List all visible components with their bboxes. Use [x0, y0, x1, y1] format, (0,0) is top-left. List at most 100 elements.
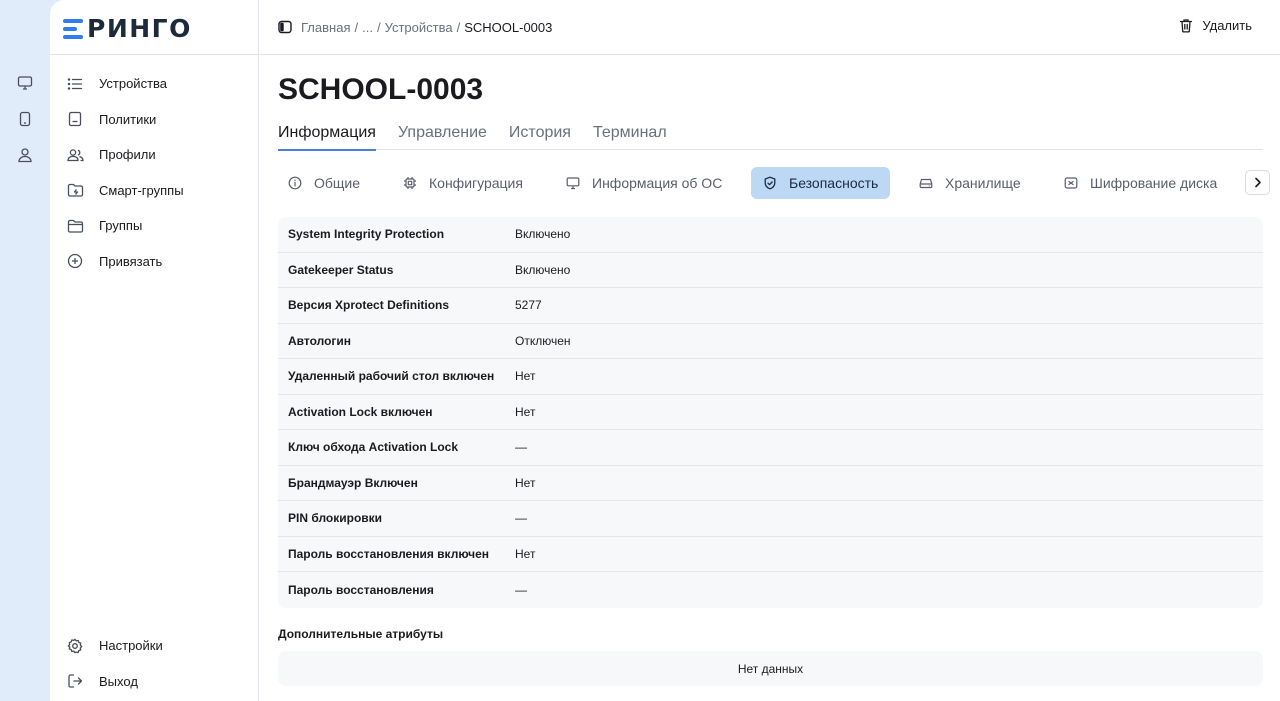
main-content: Главная / ... / Устройства / SCHOOL-0003…	[260, 0, 1280, 701]
table-row: PIN блокировки —	[278, 501, 1263, 537]
subtab-security[interactable]: Безопасность	[751, 167, 891, 199]
users-icon	[66, 146, 84, 164]
sidebar-item-label: Настройки	[99, 638, 163, 654]
row-value: Нет	[515, 546, 536, 561]
tab-management[interactable]: Управление	[398, 124, 487, 150]
sidebar-item-label: Профили	[99, 147, 156, 163]
subtab-disk-encryption[interactable]: Шифрование диска	[1052, 167, 1229, 199]
subtabs-scroll-right-button[interactable]	[1245, 170, 1270, 195]
subtab-storage[interactable]: Хранилище	[907, 167, 1033, 199]
row-key: Брандмауэр Включен	[288, 475, 418, 490]
security-table: System Integrity Protection Включено Gate…	[278, 217, 1263, 608]
breadcrumb-current: SCHOOL-0003	[464, 20, 553, 35]
table-row: Activation Lock включен Нет	[278, 395, 1263, 430]
folder-icon	[66, 217, 84, 235]
sidebar-item-profiles[interactable]: Профили	[50, 137, 259, 173]
info-icon	[288, 176, 302, 190]
table-row: Автологин Отключен	[278, 324, 1263, 359]
table-row: Версия Xprotect Definitions 5277	[278, 288, 1263, 324]
breadcrumb: Главная / ... / Устройства / SCHOOL-0003	[301, 20, 552, 35]
row-key: Удаленный рабочий стол включен	[288, 369, 495, 384]
logo-mark-icon	[63, 18, 83, 39]
breadcrumb-separator: /	[456, 20, 461, 35]
logo[interactable]: РИНГО	[63, 13, 192, 43]
table-row: Удаленный рабочий стол включен Нет	[278, 359, 1263, 395]
icon-rail	[0, 0, 50, 701]
sidebar-item-label: Устройства	[99, 76, 168, 92]
lock-box-icon	[1064, 176, 1078, 190]
smart-folder-icon	[66, 181, 84, 199]
shield-icon	[763, 176, 777, 190]
sidebar-toggle-icon[interactable]	[278, 20, 292, 34]
row-value: —	[515, 582, 527, 597]
sidebar-item-label: Политики	[99, 111, 157, 127]
sidebar-item-policies[interactable]: Политики	[50, 102, 259, 138]
table-row: System Integrity Protection Включено	[278, 217, 1263, 253]
plus-circle-icon	[66, 252, 84, 270]
subtab-label: Безопасность	[789, 175, 879, 191]
breadcrumb-separator: /	[354, 20, 359, 35]
subtab-os-info[interactable]: Информация об ОС	[554, 167, 734, 199]
monitor-icon[interactable]	[13, 71, 37, 95]
row-key: Версия Xprotect Definitions	[288, 298, 450, 313]
row-key: PIN блокировки	[288, 511, 383, 526]
list-icon	[66, 75, 84, 93]
sidebar-item-label: Выход	[99, 673, 138, 689]
table-row: Ключ обхода Activation Lock —	[278, 430, 1263, 466]
row-key: Пароль восстановления включен	[288, 546, 490, 561]
row-value: Нет	[515, 369, 536, 384]
row-key: Activation Lock включен	[288, 404, 433, 419]
row-value: Отключен	[515, 333, 571, 348]
empty-state-text: Нет данных	[737, 661, 804, 676]
sidebar-item-smart-groups[interactable]: Смарт-группы	[50, 173, 259, 209]
row-value: 5277	[515, 298, 542, 313]
topbar: Главная / ... / Устройства / SCHOOL-0003…	[260, 0, 1280, 55]
sidebar-item-label: Смарт-группы	[99, 182, 184, 198]
page-title: SCHOOL-0003	[278, 73, 484, 106]
delete-button[interactable]: Удалить	[1179, 18, 1252, 33]
sidebar-item-label: Группы	[99, 218, 143, 234]
main-tabs: Информация Управление История Терминал	[278, 124, 1263, 151]
subtabs: Общие Конфигурация Информация об ОС Безо…	[276, 167, 1270, 199]
breadcrumb-ellipsis[interactable]: ...	[362, 20, 373, 35]
breadcrumb-devices[interactable]: Устройства	[385, 20, 453, 35]
row-value: Нет	[515, 404, 536, 419]
subtab-general[interactable]: Общие	[276, 167, 372, 199]
sidebar-item-label: Привязать	[99, 253, 163, 269]
sidebar-item-settings[interactable]: Настройки	[50, 628, 259, 664]
user-icon[interactable]	[13, 143, 37, 167]
subtab-configuration[interactable]: Конфигурация	[391, 167, 535, 199]
extra-attributes-title: Дополнительные атрибуты	[278, 627, 444, 641]
sidebar-nav: Устройства Политики Профили Смарт-группы	[50, 66, 259, 279]
chip-icon	[403, 176, 417, 190]
row-value: Нет	[515, 475, 536, 490]
logout-icon	[66, 672, 84, 690]
row-key: Автологин	[288, 333, 352, 348]
breadcrumb-separator: /	[376, 20, 381, 35]
document-icon	[66, 110, 84, 128]
tab-history[interactable]: История	[509, 124, 571, 150]
row-key: Gatekeeper Status	[288, 262, 394, 277]
tab-info[interactable]: Информация	[278, 124, 376, 151]
row-key: System Integrity Protection	[288, 227, 445, 242]
breadcrumb-home[interactable]: Главная	[301, 20, 350, 35]
phone-icon[interactable]	[13, 107, 37, 131]
delete-label: Удалить	[1202, 18, 1252, 33]
tab-terminal[interactable]: Терминал	[593, 124, 667, 150]
table-row: Gatekeeper Status Включено	[278, 253, 1263, 288]
row-value: —	[515, 440, 527, 455]
drive-icon	[919, 176, 933, 190]
sidebar-item-bind[interactable]: Привязать	[50, 244, 259, 280]
sidebar-item-groups[interactable]: Группы	[50, 208, 259, 244]
row-value: Включено	[515, 227, 571, 242]
sidebar-item-devices[interactable]: Устройства	[50, 66, 259, 102]
app-panel: РИНГО Устройства Политики Профили Смарт-…	[50, 0, 1280, 701]
sidebar-item-logout[interactable]: Выход	[50, 664, 259, 700]
subtab-label: Информация об ОС	[592, 175, 723, 191]
table-row: Брандмауэр Включен Нет	[278, 466, 1263, 501]
sidebar: РИНГО Устройства Политики Профили Смарт-…	[50, 0, 259, 701]
table-row: Пароль восстановления включен Нет	[278, 537, 1263, 572]
trash-icon	[1179, 18, 1193, 33]
logo-text: РИНГО	[87, 13, 192, 43]
sidebar-bottom-nav: Настройки Выход	[50, 628, 259, 699]
